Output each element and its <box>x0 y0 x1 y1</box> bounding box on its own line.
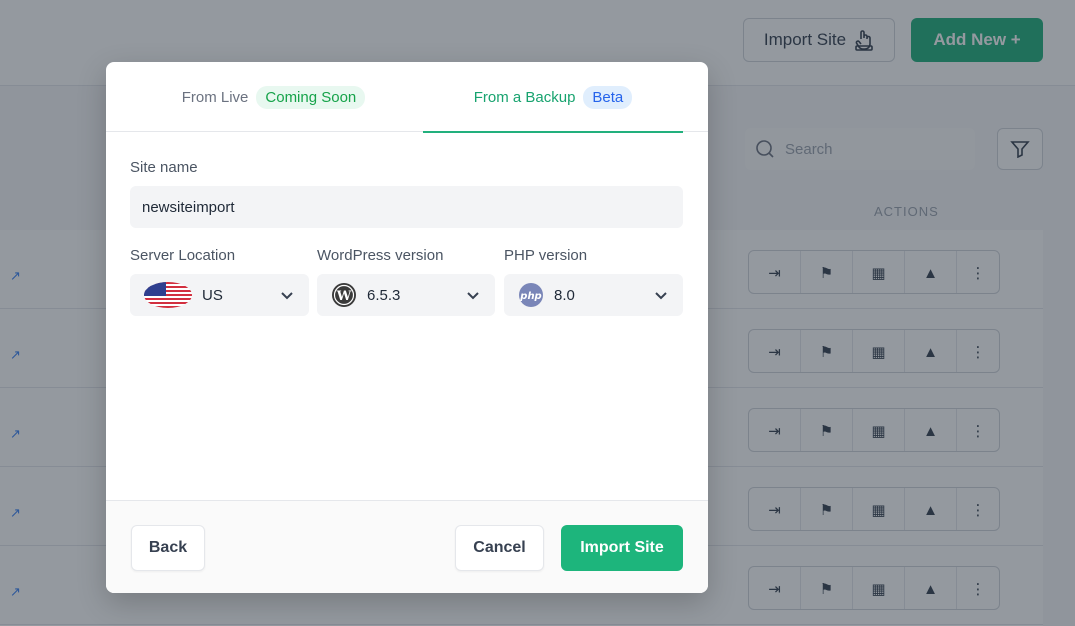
coming-soon-badge: Coming Soon <box>256 85 366 109</box>
server-location-select[interactable]: US <box>130 274 309 316</box>
php-version-label: PHP version <box>504 247 588 264</box>
tab-from-live-label: From Live <box>181 88 249 106</box>
tab-from-live[interactable]: From Live Coming Soon <box>124 62 423 132</box>
import-site-button[interactable]: Import Site <box>561 525 683 571</box>
chevron-down-icon <box>467 292 479 300</box>
cancel-button[interactable]: Cancel <box>455 525 544 571</box>
modal-footer: Back Cancel Import Site <box>106 500 708 593</box>
svg-text:W: W <box>336 289 352 304</box>
import-source-tabs: From Live Coming Soon From a Backup Beta <box>106 62 708 133</box>
chevron-down-icon <box>655 292 667 300</box>
beta-badge: Beta <box>583 85 633 109</box>
chevron-down-icon <box>281 292 293 300</box>
php-version-value: 8.0 <box>554 286 575 304</box>
wordpress-version-value: 6.5.3 <box>367 286 401 304</box>
site-name-input[interactable] <box>130 186 683 228</box>
tab-from-backup-label: From a Backup <box>473 88 576 106</box>
import-site-modal: From Live Coming Soon From a Backup Beta… <box>106 62 708 593</box>
wordpress-icon: W <box>332 283 356 307</box>
site-name-label: Site name <box>130 159 198 176</box>
server-location-label: Server Location <box>130 247 236 264</box>
wordpress-version-label: WordPress version <box>317 247 444 264</box>
svg-text:php: php <box>519 291 541 302</box>
php-version-select[interactable]: php 8.0 <box>504 274 683 316</box>
server-location-value: US <box>202 286 223 304</box>
back-button[interactable]: Back <box>131 525 205 571</box>
php-icon: php <box>519 283 543 307</box>
us-flag-icon <box>144 282 192 308</box>
wordpress-version-select[interactable]: W 6.5.3 <box>317 274 495 316</box>
tab-from-backup[interactable]: From a Backup Beta <box>423 62 683 133</box>
